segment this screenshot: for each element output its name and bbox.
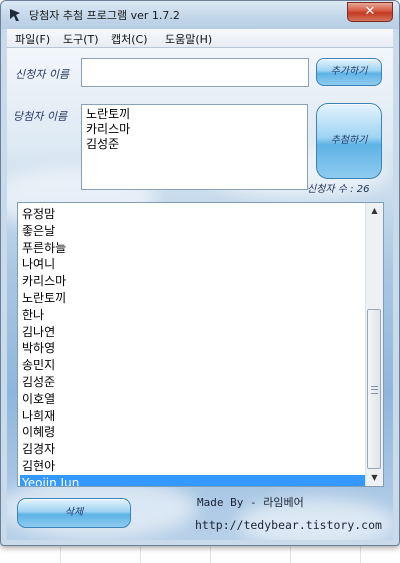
menu-help[interactable]: 도움말(H) [165, 31, 212, 47]
made-by-text: Made By - 라임베어 [197, 496, 304, 509]
list-item[interactable]: 카리스마 [20, 273, 366, 290]
delete-button-label: 삭제 [64, 507, 84, 518]
applicant-name-label: 신청자 이름 [15, 68, 70, 81]
list-item[interactable]: 나여니 [20, 256, 366, 273]
applicant-count: 신청자 수 : 26 [307, 180, 369, 195]
add-button[interactable]: 추가하기 [316, 58, 382, 86]
list-item[interactable]: 박하영 [20, 340, 366, 357]
app-window: 당첨자 추첨 프로그램 ver 1.7.2 ✕ 파일(F) 도구(T) 캡처(C… [0, 0, 400, 546]
list-item[interactable]: 송민지 [20, 357, 366, 374]
delete-button[interactable]: 삭제 [17, 498, 131, 528]
winner-name-label: 당첨자 이름 [13, 110, 68, 123]
winner-list[interactable]: 노란토끼 카리스마 김성준 [81, 104, 308, 190]
menu-bar: 파일(F) 도구(T) 캡처(C) 도움말(H) [7, 29, 393, 48]
list-scrollbar[interactable]: ▲ ▼ [365, 203, 383, 486]
list-item[interactable]: 이호열 [20, 391, 366, 408]
list-item[interactable]: 좋은날 [20, 223, 366, 240]
window-title: 당첨자 추첨 프로그램 ver 1.7.2 [29, 9, 180, 22]
close-button[interactable]: ✕ [347, 2, 393, 22]
scroll-down-arrow-icon[interactable]: ▼ [366, 470, 383, 486]
main-panel: 신청자 이름 추가하기 당첨자 이름 노란토끼 카리스마 김성준 추첨하기 신청… [7, 48, 393, 540]
applicant-list[interactable]: 유정맘 좋은날 푸른하늘 나여니 카리스마 노란토끼 한나 김나연 박하영 송민지 김성준 이호열 나희… [17, 202, 384, 487]
draw-button[interactable]: 추첨하기 [316, 103, 382, 179]
scroll-grip-icon [371, 386, 378, 394]
list-item[interactable]: 나희재 [20, 408, 366, 425]
add-button-label: 추가하기 [330, 66, 368, 77]
title-bar[interactable]: 당첨자 추첨 프로그램 ver 1.7.2 ✕ [1, 1, 399, 29]
close-icon: ✕ [364, 4, 376, 19]
list-item[interactable]: 푸른하늘 [20, 240, 366, 257]
list-item[interactable]: Yeojin Jun [20, 474, 366, 486]
applicant-count-label: 신청자 수 : [307, 184, 354, 195]
list-item[interactable]: 김성준 [20, 374, 366, 391]
applicant-list-items: 유정맘 좋은날 푸른하늘 나여니 카리스마 노란토끼 한나 김나연 박하영 송민지 김성준 이호열 나희… [20, 206, 366, 486]
scroll-up-arrow-icon[interactable]: ▲ [366, 203, 383, 219]
scroll-thumb[interactable] [367, 309, 381, 469]
author-url[interactable]: http://tedybear.tistory.com [195, 518, 382, 532]
menu-capture[interactable]: 캡처(C) [111, 31, 148, 47]
applicant-name-input[interactable] [81, 58, 309, 87]
applicant-count-value: 26 [356, 184, 370, 195]
list-item[interactable]: 한나 [20, 307, 366, 324]
list-item[interactable]: 김경자 [20, 441, 366, 458]
list-item[interactable]: 김현아 [20, 458, 366, 475]
app-icon [10, 9, 20, 21]
winner-item: 김성준 [86, 137, 120, 151]
winner-item: 노란토끼 [86, 107, 131, 121]
list-item[interactable]: 이혜령 [20, 424, 366, 441]
draw-button-label: 추첨하기 [330, 135, 368, 146]
list-item[interactable]: 유정맘 [20, 206, 366, 223]
list-item[interactable]: 김나연 [20, 324, 366, 341]
menu-tools[interactable]: 도구(T) [63, 31, 99, 47]
menu-file[interactable]: 파일(F) [15, 31, 50, 47]
winner-item: 카리스마 [86, 122, 131, 136]
list-item[interactable]: 노란토끼 [20, 290, 366, 307]
